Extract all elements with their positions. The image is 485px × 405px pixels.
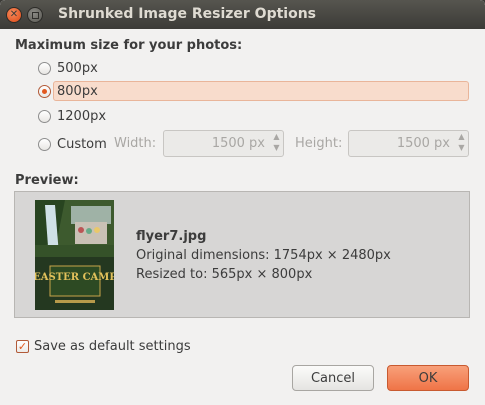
- max-size-heading: Maximum size for your photos:: [15, 38, 243, 53]
- radio-1200px[interactable]: 1200px: [38, 106, 106, 126]
- save-default-checkbox[interactable]: ✓: [16, 340, 29, 353]
- close-icon: ✕: [9, 9, 19, 20]
- resized-dimensions: Resized to: 565px × 800px: [136, 267, 313, 282]
- down-arrow-icon[interactable]: ▼: [455, 142, 468, 153]
- thumbnail-text: EASTER CAMP: [35, 272, 114, 283]
- radio-500px[interactable]: 500px: [38, 58, 98, 78]
- width-spinbox[interactable]: 1500 px ▲ ▼: [163, 130, 284, 157]
- file-name: flyer7.jpg: [136, 229, 207, 244]
- width-label: Width:: [114, 136, 157, 151]
- checkmark-icon: ✓: [17, 340, 28, 353]
- radio-button[interactable]: [38, 137, 51, 151]
- radio-button[interactable]: [38, 61, 51, 75]
- cancel-button[interactable]: Cancel: [292, 365, 374, 391]
- up-arrow-icon[interactable]: ▲: [455, 131, 468, 142]
- preview-panel: EASTER CAMP flyer7.jpg Original dimensio…: [14, 191, 470, 318]
- radio-label-500px: 500px: [57, 60, 98, 76]
- radio-custom[interactable]: Custom: [38, 134, 107, 154]
- radio-label-custom: Custom: [57, 136, 107, 152]
- width-stepper-arrows[interactable]: ▲ ▼: [270, 131, 283, 156]
- options-dialog: ✕ Shrunked Image Resizer Options Maximum…: [0, 0, 485, 405]
- up-arrow-icon[interactable]: ▲: [270, 131, 283, 142]
- preview-heading: Preview:: [15, 173, 79, 188]
- original-dimensions: Original dimensions: 1754px × 2480px: [136, 248, 391, 263]
- selected-row-highlight: [53, 81, 469, 101]
- save-default-label[interactable]: Save as default settings: [34, 339, 191, 354]
- ok-button[interactable]: OK: [387, 365, 469, 391]
- height-stepper-arrows[interactable]: ▲ ▼: [455, 131, 468, 156]
- close-window-button[interactable]: ✕: [6, 7, 22, 23]
- window-title: Shrunked Image Resizer Options: [58, 6, 317, 22]
- maximize-icon: [31, 11, 39, 19]
- radio-button[interactable]: [38, 109, 51, 123]
- title-bar: ✕ Shrunked Image Resizer Options: [0, 0, 485, 29]
- height-label: Height:: [295, 136, 343, 151]
- radio-800px[interactable]: 800px: [38, 81, 98, 101]
- height-spinbox[interactable]: 1500 px ▲ ▼: [348, 130, 469, 157]
- down-arrow-icon[interactable]: ▼: [270, 142, 283, 153]
- height-value: 1500 px: [396, 136, 450, 151]
- preview-thumbnail: EASTER CAMP: [35, 200, 114, 310]
- maximize-window-button[interactable]: [27, 7, 43, 23]
- radio-label-1200px: 1200px: [57, 108, 107, 124]
- width-value: 1500 px: [211, 136, 265, 151]
- radio-button-checked[interactable]: [38, 84, 51, 98]
- radio-label-800px: 800px: [57, 83, 98, 99]
